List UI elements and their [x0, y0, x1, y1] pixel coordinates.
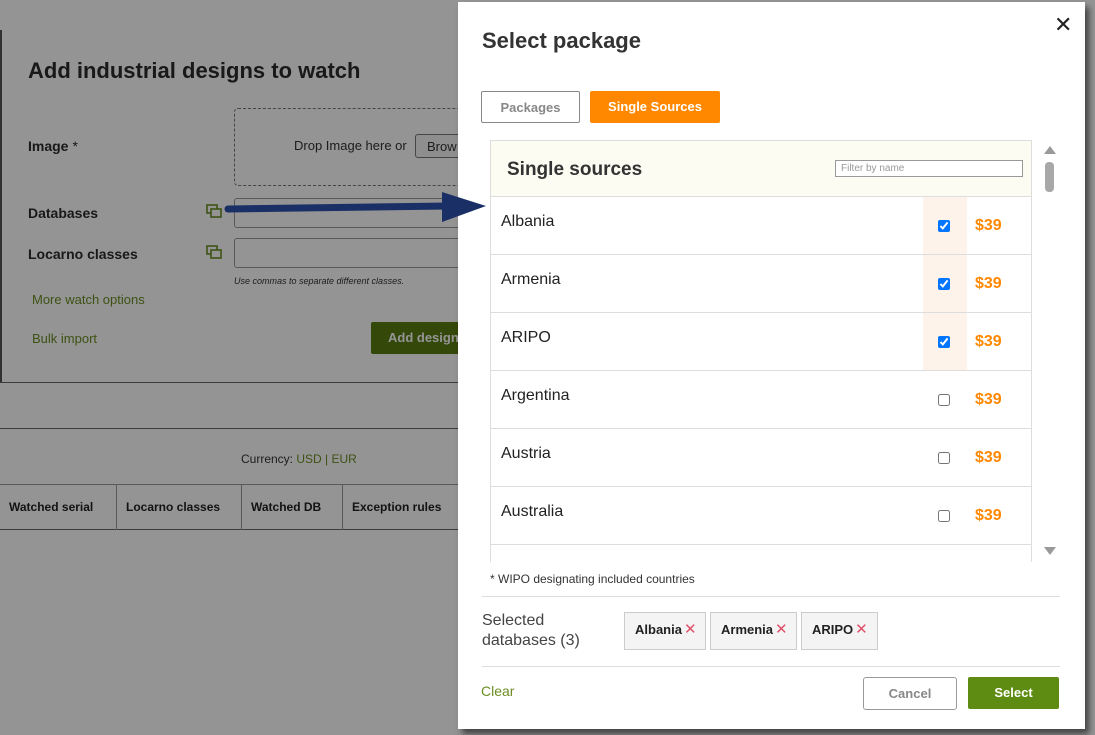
list-item[interactable]: Albania $39	[491, 197, 1031, 255]
remove-chip-icon[interactable]: ✕	[684, 621, 697, 638]
single-sources-list: Single sources Albania $39 Armenia $39 A…	[490, 140, 1032, 562]
modal-title: Select package	[482, 28, 641, 53]
source-name: Australia	[501, 503, 564, 520]
divider	[482, 596, 1060, 597]
remove-chip-icon[interactable]: ✕	[855, 621, 868, 638]
select-button[interactable]: Select	[968, 677, 1059, 709]
source-checkbox[interactable]	[938, 394, 950, 406]
selected-chip: Albania ✕	[624, 612, 706, 650]
source-checkbox[interactable]	[938, 452, 950, 464]
source-price: $39	[975, 449, 1002, 466]
chip-label: ARIPO	[812, 622, 854, 637]
list-item[interactable]: Austria $39	[491, 429, 1031, 487]
list-title: Single sources	[507, 159, 643, 180]
source-price: $39	[975, 217, 1002, 234]
list-item[interactable]: Argentina $39	[491, 371, 1031, 429]
source-name: Albania	[501, 213, 555, 230]
selected-databases-label: Selected databases (3)	[482, 612, 580, 649]
source-name: Armenia	[501, 271, 561, 288]
close-icon[interactable]: ✕	[1054, 12, 1072, 38]
source-checkbox[interactable]	[938, 220, 950, 232]
source-checkbox[interactable]	[938, 510, 950, 522]
cancel-button[interactable]: Cancel	[863, 677, 957, 710]
annotation-arrow-icon	[224, 192, 486, 222]
checkbox-cell	[923, 313, 967, 370]
chip-label: Armenia	[721, 622, 774, 637]
source-checkbox[interactable]	[938, 278, 950, 290]
chip-label: Albania	[635, 622, 682, 637]
list-header: Single sources	[491, 141, 1031, 197]
scroll-down-arrow-icon[interactable]	[1044, 547, 1056, 555]
source-price: $39	[975, 275, 1002, 292]
wipo-note: * WIPO designating included countries	[490, 572, 695, 586]
list-item[interactable]: ARIPO $39	[491, 313, 1031, 371]
source-name: Argentina	[501, 387, 570, 404]
checkbox-cell	[923, 197, 967, 254]
list-item-partial	[491, 545, 1031, 562]
list-item[interactable]: Australia $39	[491, 487, 1031, 545]
selected-chip: Armenia ✕	[710, 612, 797, 650]
source-price: $39	[975, 333, 1002, 350]
source-price: $39	[975, 391, 1002, 408]
source-checkbox[interactable]	[938, 336, 950, 348]
selected-chip: ARIPO ✕	[801, 612, 878, 650]
checkbox-cell	[923, 487, 967, 544]
clear-link[interactable]: Clear	[481, 683, 514, 699]
checkbox-cell	[923, 371, 967, 428]
remove-chip-icon[interactable]: ✕	[775, 621, 788, 638]
scrollbar-thumb[interactable]	[1045, 162, 1054, 192]
list-scrollbar[interactable]	[1040, 142, 1058, 562]
tab-packages[interactable]: Packages	[481, 91, 580, 123]
filter-by-name-input[interactable]	[835, 160, 1023, 177]
tab-single-sources[interactable]: Single Sources	[590, 91, 720, 123]
scroll-up-arrow-icon[interactable]	[1044, 146, 1056, 154]
divider	[482, 666, 1060, 667]
source-price: $39	[975, 507, 1002, 524]
checkbox-cell	[923, 255, 967, 312]
select-package-modal: Select package ✕ Packages Single Sources…	[458, 2, 1085, 729]
list-item[interactable]: Armenia $39	[491, 255, 1031, 313]
source-name: ARIPO	[501, 329, 551, 346]
source-name: Austria	[501, 445, 551, 462]
checkbox-cell	[923, 429, 967, 486]
